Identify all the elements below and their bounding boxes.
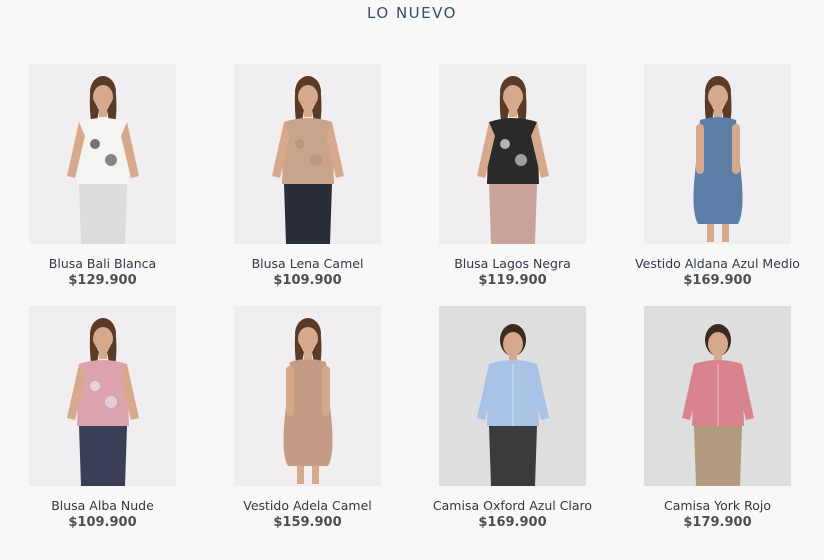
product-name[interactable]: Camisa Oxford Azul Claro: [433, 498, 592, 513]
product-name[interactable]: Blusa Lagos Negra: [454, 256, 571, 271]
product-name[interactable]: Blusa Bali Blanca: [49, 256, 156, 271]
model-figure: [477, 76, 549, 244]
product-photo-camel-dress[interactable]: [234, 306, 381, 486]
product-photo-light-blue-shirt[interactable]: [439, 306, 586, 486]
model-figure: [272, 76, 344, 244]
product-price: $109.900: [273, 273, 342, 288]
product-card[interactable]: Camisa York Rojo $179.900: [615, 306, 820, 530]
product-photo-white-print-blouse[interactable]: [29, 64, 176, 244]
product-price: $179.900: [683, 515, 752, 530]
product-card[interactable]: Vestido Adela Camel $159.900: [205, 306, 410, 530]
product-card[interactable]: Camisa Oxford Azul Claro $169.900: [410, 306, 615, 530]
product-price: $169.900: [478, 515, 547, 530]
product-name[interactable]: Blusa Alba Nude: [51, 498, 154, 513]
product-price: $109.900: [68, 515, 137, 530]
model-figure: [67, 318, 139, 486]
product-grid: Blusa Bali Blanca $129.900 Blusa Lena Came…: [0, 64, 824, 530]
product-name[interactable]: Vestido Aldana Azul Medio: [635, 256, 800, 271]
section-title: LO NUEVO: [367, 4, 457, 22]
product-photo-pink-vest[interactable]: [29, 306, 176, 486]
product-photo-black-print-blouse[interactable]: [439, 64, 586, 244]
product-card[interactable]: Blusa Lagos Negra $119.900: [410, 64, 615, 288]
model-figure: [67, 76, 139, 244]
product-card[interactable]: Blusa Bali Blanca $129.900: [0, 64, 205, 288]
product-name[interactable]: Camisa York Rojo: [664, 498, 771, 513]
product-name[interactable]: Blusa Lena Camel: [252, 256, 364, 271]
model-figure: [682, 324, 754, 486]
product-price: $119.900: [478, 273, 547, 288]
product-card[interactable]: Blusa Lena Camel $109.900: [205, 64, 410, 288]
product-price: $169.900: [683, 273, 752, 288]
product-price: $129.900: [68, 273, 137, 288]
model-figure: [477, 324, 549, 486]
model-figure: [283, 318, 333, 484]
product-price: $159.900: [273, 515, 342, 530]
product-name[interactable]: Vestido Adela Camel: [243, 498, 372, 513]
product-card[interactable]: Blusa Alba Nude $109.900: [0, 306, 205, 530]
product-card[interactable]: Vestido Aldana Azul Medio $169.900: [615, 64, 820, 288]
product-photo-camel-blouse[interactable]: [234, 64, 381, 244]
model-figure: [693, 76, 743, 242]
product-photo-blue-dress[interactable]: [644, 64, 791, 244]
product-photo-pink-shirt[interactable]: [644, 306, 791, 486]
